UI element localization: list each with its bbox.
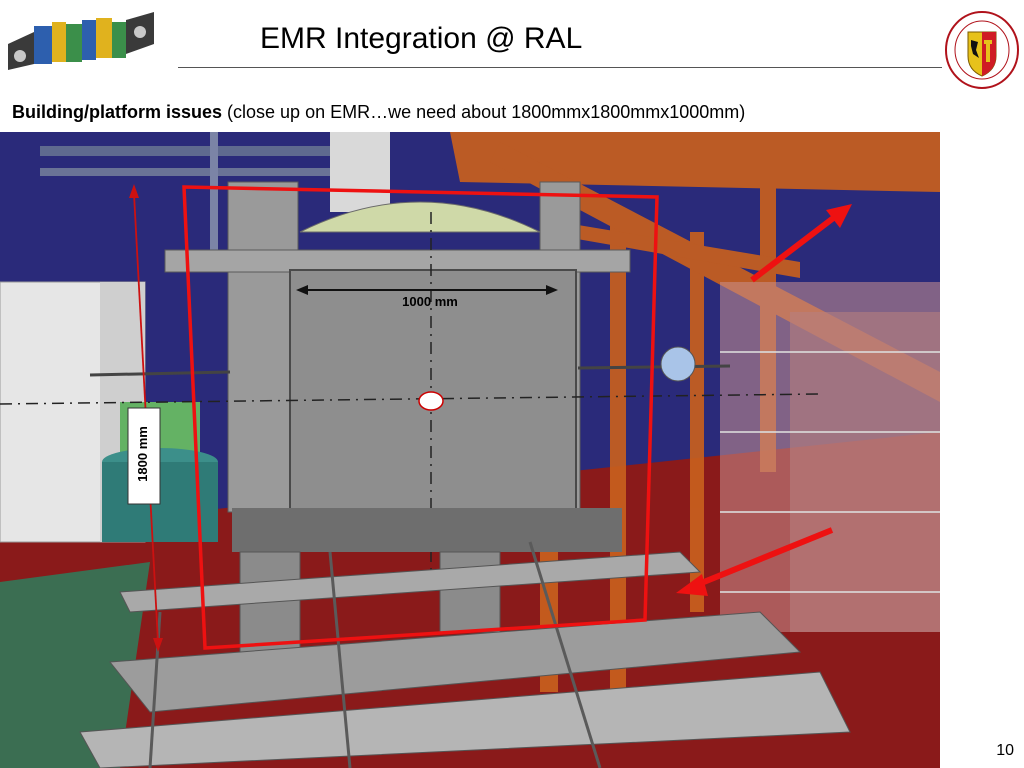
slide-subtitle: Building/platform issues (close up on EM… [12, 102, 1012, 123]
subtitle-rest: (close up on EMR…we need about 1800mmx18… [222, 102, 746, 122]
subtitle-bold: Building/platform issues [12, 102, 223, 122]
height-dimension-label: 1800 mm [135, 426, 150, 482]
title-divider [178, 67, 942, 68]
university-seal-logo [945, 11, 1019, 89]
width-dimension-label: 1000 mm [402, 294, 458, 309]
slide-title: EMR Integration @ RAL [260, 22, 583, 55]
page-number: 10 [996, 742, 1014, 759]
beamline-logo [4, 4, 156, 74]
